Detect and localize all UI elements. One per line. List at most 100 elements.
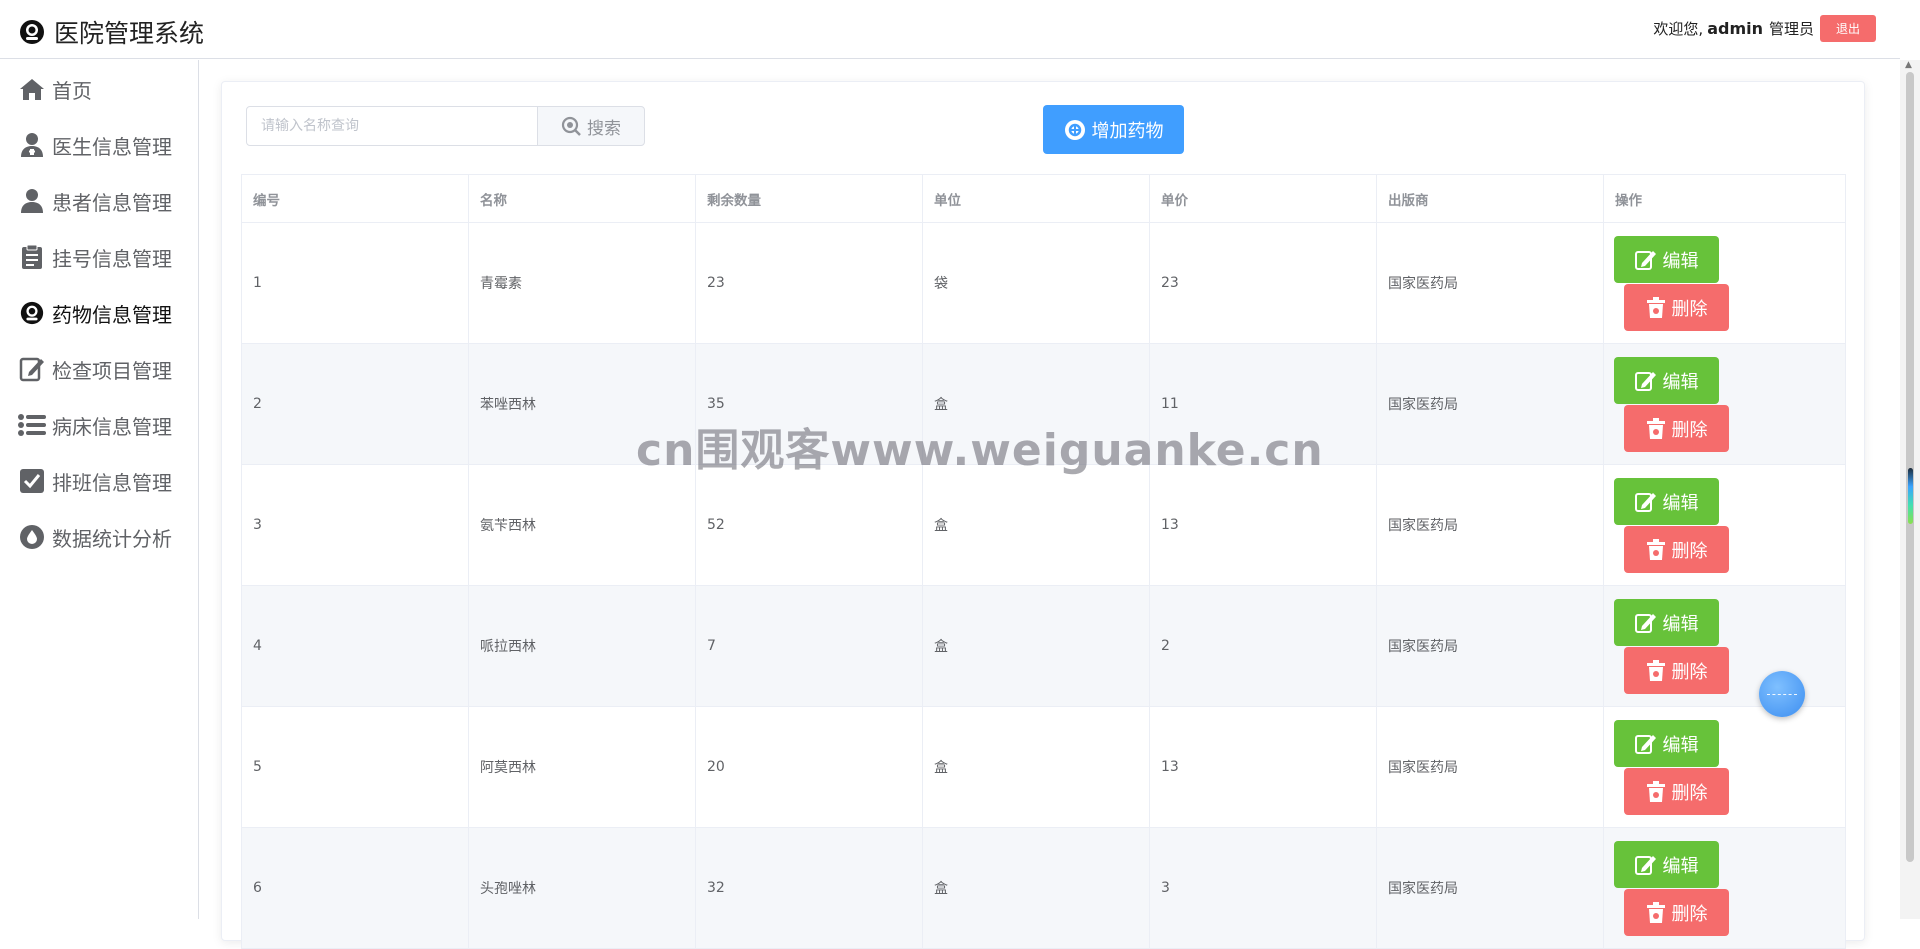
search-icon: [561, 116, 581, 136]
welcome-text: 欢迎您,: [1653, 20, 1704, 38]
cell-publisher: 国家医药局: [1376, 585, 1604, 707]
edit-button[interactable]: 编辑: [1614, 720, 1719, 767]
search-input[interactable]: [246, 106, 538, 146]
delete-button[interactable]: 删除: [1624, 284, 1729, 331]
edit-button[interactable]: 编辑: [1614, 236, 1719, 283]
sidebar-item-label: 排班信息管理: [52, 470, 172, 495]
trash-icon: [1646, 780, 1665, 802]
cell-actions: 编辑 删除: [1603, 585, 1846, 707]
edit-label: 编辑: [1662, 250, 1699, 272]
delete-button[interactable]: 删除: [1624, 405, 1729, 452]
delete-button[interactable]: 删除: [1624, 647, 1729, 694]
home-icon: [18, 75, 46, 103]
cell-name: 阿莫西林: [468, 706, 696, 828]
add-circle-icon: [1064, 119, 1085, 140]
search-button[interactable]: 搜索: [537, 106, 645, 146]
cell-actions: 编辑 删除: [1603, 827, 1846, 949]
edit-button[interactable]: 编辑: [1614, 478, 1719, 525]
trash-icon: [1646, 417, 1665, 439]
column-header-unit[interactable]: 单位: [922, 174, 1150, 223]
app-title: 医院管理系统: [54, 19, 205, 48]
cell-unit: 盒: [922, 827, 1150, 949]
delete-label: 删除: [1671, 903, 1708, 925]
column-header-price[interactable]: 单价: [1149, 174, 1377, 223]
user-area: 欢迎您, admin 管理员 退出: [1653, 15, 1876, 42]
cell-actions: 编辑 删除: [1603, 464, 1846, 586]
delete-label: 删除: [1671, 419, 1708, 441]
sidebar-item-patients[interactable]: 患者信息管理: [18, 186, 172, 216]
edit-icon: [1634, 371, 1656, 391]
trash-icon: [1646, 901, 1665, 923]
trash-icon: [1646, 538, 1665, 560]
clipboard-icon: [18, 243, 46, 271]
cell-name: 青霉素: [468, 222, 696, 344]
logout-button[interactable]: 退出: [1820, 15, 1876, 42]
edit-button[interactable]: 编辑: [1614, 841, 1719, 888]
pill-icon: [18, 299, 46, 327]
sidebar-item-exams[interactable]: 检查项目管理: [18, 354, 172, 384]
sidebar-item-home[interactable]: 首页: [18, 74, 92, 104]
sidebar-item-label: 挂号信息管理: [52, 246, 172, 271]
cell-unit: 袋: [922, 222, 1150, 344]
page-scrollbar[interactable]: ▲: [1900, 60, 1920, 919]
delete-label: 删除: [1671, 540, 1708, 562]
edit-label: 编辑: [1662, 734, 1699, 756]
edit-button[interactable]: 编辑: [1614, 599, 1719, 646]
checkbox-icon: [18, 467, 46, 495]
delete-button[interactable]: 删除: [1624, 768, 1729, 815]
cell-unit: 盒: [922, 464, 1150, 586]
username: admin: [1707, 19, 1763, 38]
sidebar-item-statistics[interactable]: 数据统计分析: [18, 522, 172, 552]
add-drug-label: 增加药物: [1091, 120, 1164, 142]
sidebar-item-registration[interactable]: 挂号信息管理: [18, 242, 172, 272]
pill-icon: [20, 20, 44, 44]
cell-id: 4: [241, 585, 469, 707]
doctor-icon: [18, 131, 46, 159]
delete-label: 删除: [1671, 661, 1708, 683]
cell-id: 3: [241, 464, 469, 586]
cell-price: 3: [1149, 827, 1377, 949]
column-header-name[interactable]: 名称: [468, 174, 696, 223]
cell-publisher: 国家医药局: [1376, 827, 1604, 949]
cell-publisher: 国家医药局: [1376, 706, 1604, 828]
scroll-up-icon[interactable]: ▲: [1905, 60, 1912, 70]
add-drug-button[interactable]: 增加药物: [1043, 105, 1184, 154]
edit-button[interactable]: 编辑: [1614, 357, 1719, 404]
scrollbar-thumb[interactable]: [1906, 72, 1914, 862]
trash-icon: [1646, 296, 1665, 318]
column-header-id[interactable]: 编号: [241, 174, 469, 223]
cell-name: 头孢唑林: [468, 827, 696, 949]
table-header-row: 编号 名称 剩余数量 单位 单价 出版商 操作: [241, 174, 1846, 223]
sidebar-item-beds[interactable]: 病床信息管理: [18, 410, 172, 440]
sidebar-item-schedule[interactable]: 排班信息管理: [18, 466, 172, 496]
sidebar-item-doctors[interactable]: 医生信息管理: [18, 130, 172, 160]
delete-button[interactable]: 删除: [1624, 526, 1729, 573]
column-header-quantity[interactable]: 剩余数量: [695, 174, 923, 223]
cell-name: 氨苄西林: [468, 464, 696, 586]
patient-icon: [18, 187, 46, 215]
cell-actions: 编辑 删除: [1603, 343, 1846, 465]
top-header: 医院管理系统 欢迎您, admin 管理员 退出: [0, 0, 1900, 59]
cell-unit: 盒: [922, 585, 1150, 707]
drug-table: 编号 名称 剩余数量 单位 单价 出版商 操作 1 青霉素 23 袋 23 国家…: [241, 174, 1846, 949]
sidebar-item-label: 医生信息管理: [52, 134, 172, 159]
delete-button[interactable]: 删除: [1624, 889, 1729, 936]
edit-icon: [1634, 613, 1656, 633]
trash-icon: [1646, 659, 1665, 681]
cell-id: 5: [241, 706, 469, 828]
watermark: cn围观客www.weiguanke.cn: [636, 425, 1324, 476]
edit-icon: [18, 355, 46, 383]
floating-assistant-button[interactable]: [1759, 671, 1805, 717]
sidebar-item-drugs[interactable]: 药物信息管理: [18, 298, 172, 328]
column-header-publisher[interactable]: 出版商: [1376, 174, 1604, 223]
table-row: 3 氨苄西林 52 盒 13 国家医药局 编辑 删除: [241, 464, 1846, 586]
app-logo: 医院管理系统: [18, 14, 204, 50]
edit-icon: [1634, 855, 1656, 875]
edit-label: 编辑: [1662, 371, 1699, 393]
cell-quantity: 23: [695, 222, 923, 344]
sidebar-item-label: 首页: [52, 78, 92, 103]
cell-id: 1: [241, 222, 469, 344]
sidebar-item-label: 数据统计分析: [52, 526, 172, 551]
edit-label: 编辑: [1662, 613, 1699, 635]
cell-publisher: 国家医药局: [1376, 222, 1604, 344]
